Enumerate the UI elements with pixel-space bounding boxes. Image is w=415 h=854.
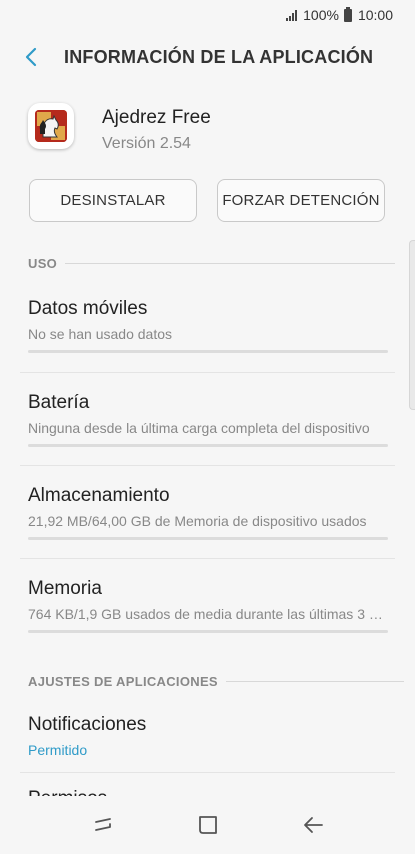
item-title: Notificaciones bbox=[28, 714, 147, 735]
app-name: Ajedrez Free bbox=[102, 107, 211, 128]
usage-bar bbox=[28, 537, 388, 540]
section-label-app-settings: AJUSTES DE APLICACIONES bbox=[28, 674, 218, 689]
status-bar: 100% 10:00 bbox=[0, 0, 415, 30]
item-subtitle: Ninguna desde la última carga completa d… bbox=[28, 420, 370, 436]
divider bbox=[20, 372, 395, 373]
usage-bar bbox=[28, 350, 388, 353]
navigation-bar bbox=[0, 796, 415, 854]
item-title: Almacenamiento bbox=[28, 485, 170, 506]
list-item-mobile-data[interactable]: Datos móviles No se han usado datos bbox=[28, 298, 388, 353]
home-button[interactable] bbox=[188, 805, 228, 845]
item-subtitle: No se han usado datos bbox=[28, 326, 172, 342]
divider bbox=[20, 558, 395, 559]
recent-apps-button[interactable] bbox=[83, 805, 123, 845]
back-arrow-icon bbox=[303, 817, 323, 833]
home-icon bbox=[198, 816, 217, 834]
section-label-usage: USO bbox=[28, 256, 58, 271]
item-title: Datos móviles bbox=[28, 298, 148, 319]
item-title: Memoria bbox=[28, 578, 102, 599]
action-buttons: DESINSTALAR FORZAR DETENCIÓN bbox=[29, 179, 385, 222]
item-subtitle: 21,92 MB/64,00 GB de Memoria de disposit… bbox=[28, 513, 367, 529]
section-divider bbox=[225, 681, 404, 682]
uninstall-button[interactable]: DESINSTALAR bbox=[29, 179, 197, 222]
force-stop-button[interactable]: FORZAR DETENCIÓN bbox=[217, 179, 385, 222]
section-divider bbox=[65, 263, 396, 264]
signal-icon bbox=[286, 9, 298, 21]
list-item-notifications[interactable]: Notificaciones Permitido bbox=[28, 714, 388, 758]
item-title: Batería bbox=[28, 392, 90, 413]
usage-bar bbox=[28, 444, 388, 447]
item-subtitle: 764 KB/1,9 GB usados de media durante la… bbox=[28, 606, 388, 622]
battery-percent: 100% bbox=[303, 7, 339, 23]
page-title: INFORMACIÓN DE LA APLICACIÓN bbox=[64, 46, 374, 67]
recent-apps-icon bbox=[94, 818, 111, 831]
divider bbox=[20, 465, 395, 466]
divider bbox=[20, 772, 395, 773]
section-header-usage: USO bbox=[28, 256, 396, 271]
app-version: Versión 2.54 bbox=[102, 135, 191, 152]
section-header-app-settings: AJUSTES DE APLICACIONES bbox=[28, 674, 404, 689]
list-item-battery[interactable]: Batería Ninguna desde la última carga co… bbox=[28, 392, 388, 447]
usage-bar bbox=[28, 630, 388, 633]
back-button[interactable] bbox=[0, 30, 64, 84]
clock: 10:00 bbox=[357, 7, 393, 23]
list-item-storage[interactable]: Almacenamiento 21,92 MB/64,00 GB de Memo… bbox=[28, 485, 388, 540]
item-subtitle: Permitido bbox=[28, 742, 88, 758]
app-bar: INFORMACIÓN DE LA APLICACIÓN bbox=[0, 30, 415, 84]
app-info: Ajedrez Free Versión 2.54 bbox=[28, 103, 211, 153]
chess-app-icon bbox=[28, 103, 74, 149]
nav-back-button[interactable] bbox=[293, 805, 333, 845]
edge-panel-handle[interactable] bbox=[409, 240, 415, 410]
battery-icon bbox=[343, 6, 352, 22]
chevron-left-icon bbox=[25, 47, 37, 67]
list-item-memory[interactable]: Memoria 764 KB/1,9 GB usados de media du… bbox=[28, 578, 388, 633]
